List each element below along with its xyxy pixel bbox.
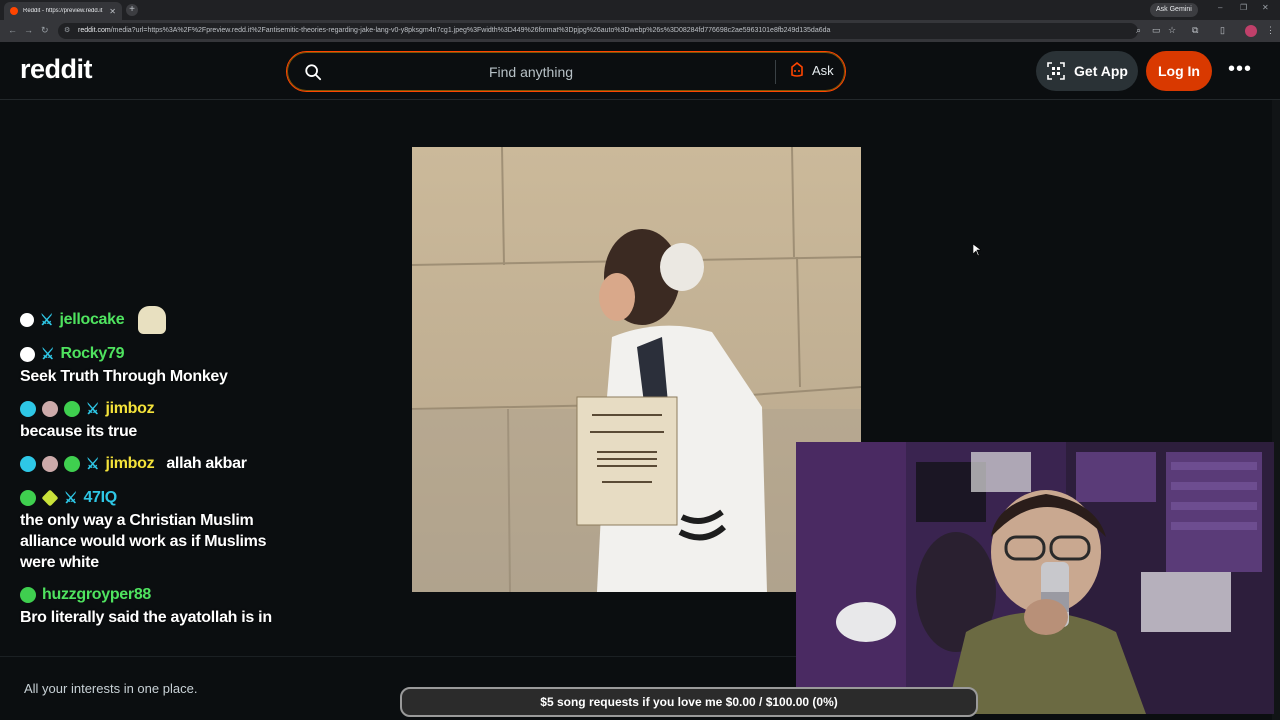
profile-avatar[interactable]: [1245, 25, 1257, 37]
ask-gemini-button[interactable]: Ask Gemini: [1150, 3, 1198, 17]
url-host: reddit.com: [78, 27, 111, 34]
verified-badge-icon: [20, 456, 36, 472]
avatar-badge-icon: [42, 456, 58, 472]
search-bar[interactable]: Find anything Ask: [286, 51, 846, 92]
ask-label: Ask: [812, 62, 834, 78]
chat-username: jimboz: [105, 400, 155, 417]
zoom-icon[interactable]: ⌕: [1136, 25, 1141, 36]
photo-wall-prayer: [412, 147, 861, 592]
tab-close-icon[interactable]: ✕: [109, 7, 116, 16]
chat-username: huzzgroyper88: [42, 586, 152, 603]
chat-message: ⚔ jimboz because its true: [20, 397, 290, 442]
window-close-icon[interactable]: ✕: [1262, 3, 1269, 12]
chat-text: Bro literally said the ayatollah is in: [20, 609, 272, 626]
chat-message: ⚔ 47IQ the only way a Christian Muslim a…: [20, 486, 290, 573]
footer-tagline: All your interests in one place.: [24, 681, 198, 696]
chat-message: huzzgroyper88 Bro literally said the aya…: [20, 583, 290, 628]
sidebar-icon[interactable]: ▯: [1220, 25, 1225, 36]
chat-username: jimboz: [105, 455, 155, 472]
chat-text: allah akbar: [166, 455, 247, 472]
ask-icon: [791, 62, 803, 77]
more-options-icon[interactable]: •••: [1228, 58, 1252, 81]
x-badge-icon: [20, 587, 36, 603]
stream-chat-overlay: ⚔ jellocake ⚔ Rocky79 Seek Truth Through…: [20, 306, 290, 638]
media-image[interactable]: [412, 147, 861, 592]
diamond-badge-icon: [41, 489, 59, 507]
login-button[interactable]: Log In: [1146, 51, 1212, 91]
avatar-badge-icon: [42, 401, 58, 417]
url-bar[interactable]: ⚙ reddit.com/media?url=https%3A%2F%2Fpre…: [58, 23, 1138, 39]
sword-badge-icon: ⚔: [64, 490, 78, 507]
sword-badge-icon: ⚔: [86, 401, 100, 418]
sword-badge-icon: ⚔: [41, 346, 55, 363]
emote-badge-icon: [20, 313, 34, 327]
webcam-overlay: [796, 442, 1274, 714]
chat-text: the only way a Christian Muslim alliance…: [20, 512, 267, 571]
check-badge-icon: [64, 401, 80, 417]
screen: Reddit - https://preview.redd.it ✕ + Ask…: [0, 0, 1280, 720]
cast-icon[interactable]: ▭: [1152, 25, 1161, 36]
tab-title: Reddit - https://preview.redd.it: [23, 8, 103, 14]
chat-message: ⚔ jellocake: [20, 306, 290, 334]
reload-icon[interactable]: ↻: [41, 25, 49, 36]
chat-message: ⚔ Rocky79 Seek Truth Through Monkey: [20, 342, 290, 387]
menu-kebab-icon[interactable]: ⋮: [1266, 25, 1275, 36]
bookmark-star-icon[interactable]: ☆: [1168, 25, 1176, 36]
url-path: /media?url=https%3A%2F%2Fpreview.redd.it…: [110, 27, 831, 34]
browser-tab-bar: Reddit - https://preview.redd.it ✕ + Ask…: [0, 0, 1280, 20]
mouse-cursor-icon: [973, 244, 981, 256]
streamer-webcam-image: [796, 442, 1274, 714]
sword-badge-icon: ⚔: [40, 312, 54, 329]
browser-toolbar: ← → ↻ ⚙ reddit.com/media?url=https%3A%2F…: [0, 20, 1280, 42]
chat-username: jellocake: [59, 311, 125, 328]
check-badge-icon: [64, 456, 80, 472]
chat-username: 47IQ: [83, 489, 117, 506]
emote-sticker-icon: [138, 306, 167, 334]
get-app-label: Get App: [1074, 63, 1128, 79]
minimize-icon[interactable]: –: [1218, 3, 1222, 12]
search-input[interactable]: Find anything: [287, 64, 775, 80]
reddit-favicon-icon: [10, 7, 18, 15]
new-tab-button[interactable]: +: [126, 4, 138, 16]
donation-goal-bar: $5 song requests if you love me $0.00 / …: [400, 687, 978, 717]
chat-text: Seek Truth Through Monkey: [20, 368, 228, 385]
chat-text: because its true: [20, 423, 138, 440]
ask-button[interactable]: Ask: [789, 62, 834, 78]
x-badge-icon: [20, 490, 36, 506]
extensions-icon[interactable]: ⧉: [1192, 25, 1198, 36]
restore-icon[interactable]: ❐: [1240, 3, 1247, 12]
reddit-logo[interactable]: reddit: [20, 54, 93, 85]
site-info-icon[interactable]: ⚙: [64, 23, 70, 39]
chat-message: ⚔ jimboz allah akbar: [20, 452, 290, 476]
browser-tab[interactable]: Reddit - https://preview.redd.it ✕: [4, 2, 122, 20]
search-divider: [775, 60, 776, 84]
qr-code-icon: [1047, 62, 1065, 80]
chat-username: Rocky79: [60, 345, 125, 362]
white-dot-badge-icon: [20, 346, 35, 362]
forward-icon[interactable]: →: [24, 25, 33, 35]
back-icon[interactable]: ←: [8, 25, 17, 35]
sword-badge-icon: ⚔: [86, 456, 100, 473]
verified-badge-icon: [20, 401, 36, 417]
get-app-button[interactable]: Get App: [1036, 51, 1138, 91]
